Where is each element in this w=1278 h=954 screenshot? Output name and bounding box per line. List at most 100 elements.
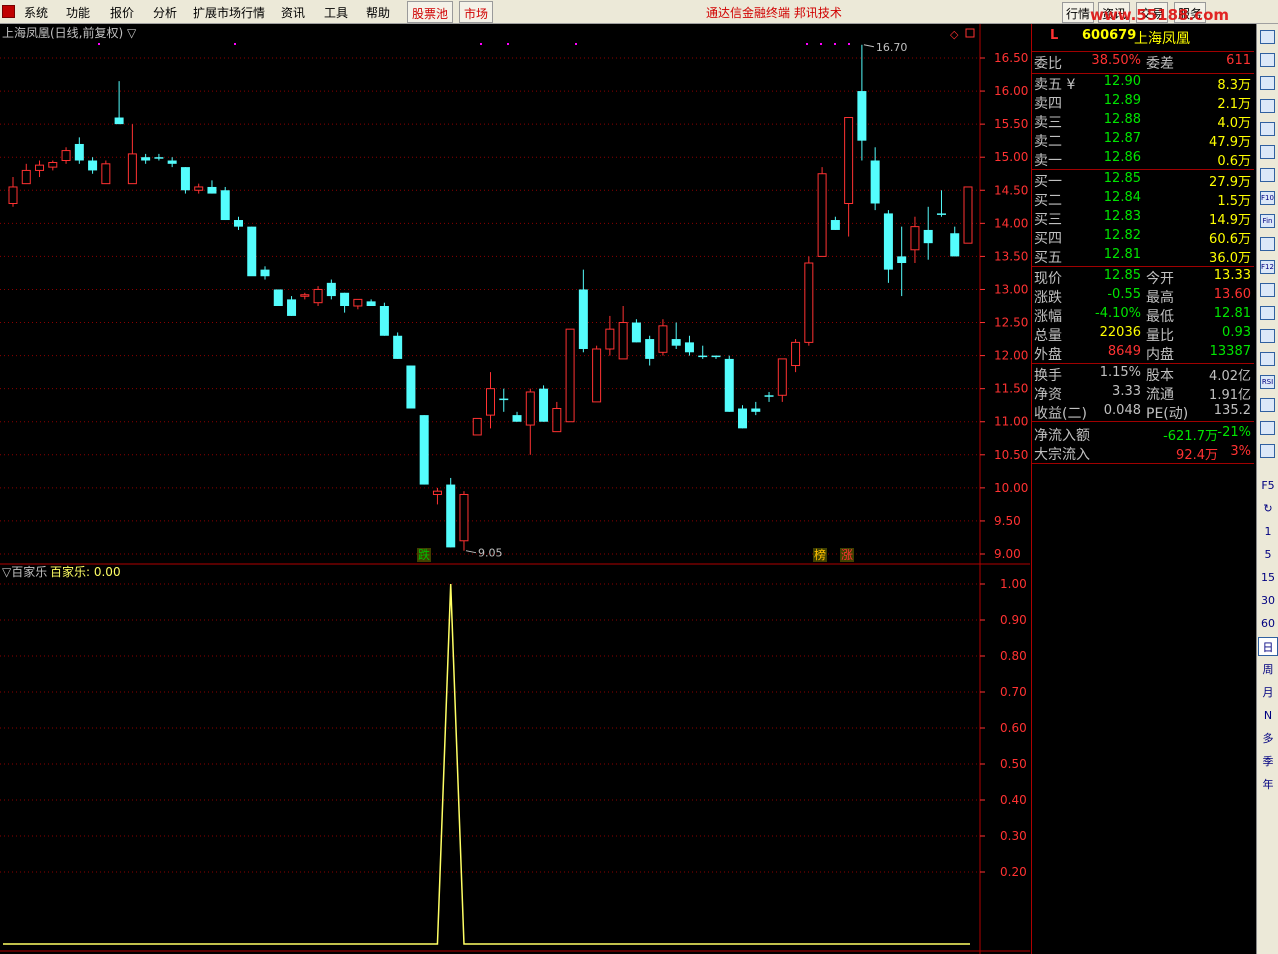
weibi-value: 38.50% bbox=[1091, 53, 1141, 68]
chart-area[interactable]: 16.50 16.00 15.50 15.00 14.50 14.00 13.50 13.00… bbox=[0, 24, 1030, 954]
menu-analysis[interactable]: 分析 bbox=[153, 4, 177, 21]
ask-label: 卖三 bbox=[1034, 115, 1062, 131]
period-button[interactable]: 60 bbox=[1258, 614, 1278, 633]
candle-body bbox=[48, 161, 58, 168]
wave-icon[interactable] bbox=[1260, 352, 1275, 366]
price-axis: 16.50 16.00 15.50 15.00 14.50 14.00 13.50 13.00… bbox=[980, 51, 1028, 561]
doc-icon[interactable] bbox=[1260, 237, 1275, 251]
indicator-name: ▽百家乐 bbox=[2, 564, 47, 579]
paper-icon[interactable] bbox=[1260, 283, 1275, 297]
line-chart-icon[interactable] bbox=[1260, 145, 1275, 159]
indicator-axis: 1.00 0.90 0.80 0.70 0.60 0.50 0.40 0.30 0.20 bbox=[0, 577, 1027, 879]
candle bbox=[738, 405, 748, 429]
candle bbox=[35, 160, 45, 178]
blank-icon[interactable] bbox=[1260, 329, 1275, 343]
candle-body bbox=[353, 298, 363, 307]
candle-body bbox=[645, 339, 655, 359]
candle bbox=[923, 206, 933, 260]
candle-body bbox=[35, 164, 45, 171]
menu-help[interactable]: 帮助 bbox=[366, 4, 390, 21]
candle-icon[interactable] bbox=[1260, 168, 1275, 182]
ind-tick-label: 0.50 bbox=[1000, 757, 1027, 771]
period-button[interactable]: 多 bbox=[1258, 729, 1278, 748]
candle bbox=[21, 163, 31, 185]
menu-tools[interactable]: 工具 bbox=[324, 4, 348, 21]
period-button[interactable]: 日 bbox=[1258, 637, 1278, 656]
brand-title: 通达信金融终端 邦讯技术 bbox=[706, 6, 842, 20]
stat-label: 外盘 bbox=[1034, 347, 1062, 363]
price-tick-label: 11.50 bbox=[994, 382, 1028, 396]
f12-icon[interactable]: F12 bbox=[1260, 260, 1275, 274]
signal-dot bbox=[480, 43, 482, 45]
help-icon[interactable] bbox=[1260, 30, 1275, 44]
low-label: 9.05 bbox=[478, 547, 503, 560]
candle bbox=[791, 339, 801, 373]
tab-market[interactable]: 市场 bbox=[459, 1, 494, 23]
screen-icon[interactable] bbox=[1260, 99, 1275, 113]
candle-body bbox=[406, 365, 416, 409]
menu-quote[interactable]: 报价 bbox=[110, 4, 134, 21]
candle bbox=[406, 365, 416, 409]
tab-stock-pool[interactable]: 股票池 bbox=[407, 1, 454, 23]
stat-value: 22036 bbox=[1099, 325, 1141, 340]
bid-row: 买三 12.83 14.9万 bbox=[1032, 209, 1254, 228]
candle bbox=[963, 186, 973, 244]
candle bbox=[552, 401, 562, 433]
menu-info[interactable]: 资讯 bbox=[281, 4, 305, 21]
candle-body bbox=[963, 186, 973, 244]
candle-body bbox=[605, 328, 615, 350]
signal-dot bbox=[575, 43, 577, 45]
period-button[interactable]: 季 bbox=[1258, 752, 1278, 771]
period-button[interactable]: 5 bbox=[1258, 545, 1278, 564]
candle bbox=[631, 319, 641, 343]
ask-label: 卖二 bbox=[1034, 134, 1062, 150]
bid-label: 买一 bbox=[1034, 174, 1062, 190]
table-icon[interactable] bbox=[1260, 122, 1275, 136]
bid-price: 12.81 bbox=[1103, 247, 1141, 262]
menu-extended-market[interactable]: 扩展市场行情 bbox=[193, 4, 265, 21]
candle bbox=[379, 302, 389, 336]
right-toolbar: F10 Fin F12 RSI F5 ↻ 1 5 15 30 60 日周月 N 多季年 bbox=[1256, 24, 1278, 954]
stat-value-2: 13.33 bbox=[1213, 268, 1251, 283]
down-arrow-icon[interactable] bbox=[1260, 76, 1275, 90]
app-logo-icon[interactable] bbox=[2, 5, 15, 18]
ind-tick-label: 0.90 bbox=[1000, 613, 1027, 627]
candle-body bbox=[194, 186, 204, 191]
marker-label: 跌 bbox=[418, 547, 430, 562]
candle bbox=[61, 147, 71, 164]
period-button[interactable]: 年 bbox=[1258, 775, 1278, 794]
pen-icon[interactable] bbox=[1260, 444, 1275, 458]
menu-function[interactable]: 功能 bbox=[66, 4, 90, 21]
price-tick-label: 9.00 bbox=[994, 547, 1021, 561]
bid-price: 12.82 bbox=[1103, 228, 1141, 243]
money-icon[interactable] bbox=[1260, 398, 1275, 412]
stat-label: 涨幅 bbox=[1034, 309, 1062, 325]
period-button[interactable]: 1 bbox=[1258, 522, 1278, 541]
move-icon[interactable] bbox=[1260, 421, 1275, 435]
period-button[interactable]: 30 bbox=[1258, 591, 1278, 610]
flow-pct: 3% bbox=[1230, 444, 1251, 459]
rsi-icon[interactable]: RSI bbox=[1260, 375, 1275, 389]
candle bbox=[936, 190, 946, 217]
period-button[interactable]: F5 bbox=[1258, 476, 1278, 495]
period-button[interactable]: 周 bbox=[1258, 660, 1278, 679]
menu-system[interactable]: 系统 bbox=[24, 4, 48, 21]
period-button[interactable]: N bbox=[1258, 706, 1278, 725]
circle-icon[interactable] bbox=[1260, 306, 1275, 320]
candle-body bbox=[936, 213, 946, 215]
candle bbox=[459, 491, 469, 551]
candle bbox=[207, 180, 217, 194]
chart-svg: 16.50 16.00 15.50 15.00 14.50 14.00 13.50 13.00… bbox=[0, 24, 1030, 954]
f10-icon[interactable]: F10 bbox=[1260, 191, 1275, 205]
up-arrow-icon[interactable] bbox=[1260, 53, 1275, 67]
stock-code: 600679 bbox=[1082, 28, 1137, 43]
stat-value: -0.55 bbox=[1107, 287, 1141, 302]
marker-label: 涨 bbox=[841, 547, 853, 562]
period-button[interactable]: 15 bbox=[1258, 568, 1278, 587]
watermark: www.55188.com bbox=[1090, 6, 1230, 24]
candle bbox=[698, 345, 708, 359]
signal-dot bbox=[806, 43, 808, 45]
fin-icon[interactable]: Fin bbox=[1260, 214, 1275, 228]
period-button[interactable]: 月 bbox=[1258, 683, 1278, 702]
period-button[interactable]: ↻ bbox=[1258, 499, 1278, 518]
